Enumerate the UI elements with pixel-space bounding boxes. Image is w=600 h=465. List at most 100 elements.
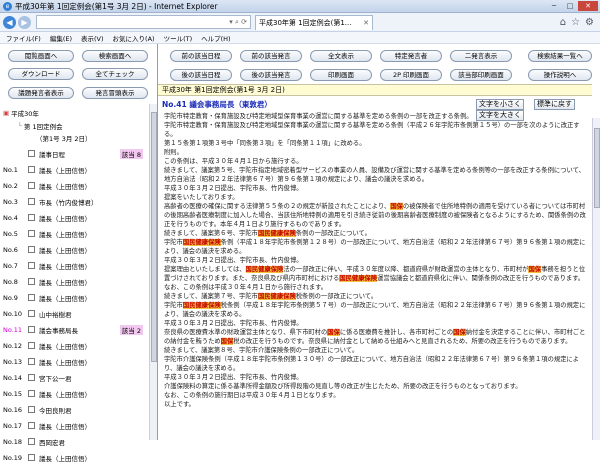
speaker-name[interactable]: 議会事務局長 [39, 325, 78, 335]
minimize-icon[interactable]: ─ [546, 1, 562, 11]
left-scroll-thumb[interactable] [151, 112, 157, 362]
close-icon[interactable]: ✕ [578, 1, 598, 11]
speaker-name[interactable]: 議事日程 [39, 149, 65, 159]
speaker-row[interactable]: No.6 議長（上田信悟） [0, 242, 157, 257]
print-screen-button[interactable]: 印刷画面 [310, 69, 372, 81]
full-text-button[interactable]: 全文表示 [310, 50, 372, 62]
speaker-checkbox[interactable] [28, 262, 35, 269]
prev-screen-button[interactable]: 閲覧画面へ [8, 50, 74, 62]
speaker-name[interactable]: 議長（上田信悟） [39, 277, 91, 287]
tree-node-session[interactable]: └ 第 1回定例会 [18, 121, 63, 131]
prev-speech-button[interactable]: 前の該当発言 [240, 50, 302, 62]
maximize-icon[interactable]: □ [562, 1, 578, 11]
speaker-checkbox[interactable] [28, 310, 35, 317]
speaker-row[interactable]: No.17 議長（上田信悟） [0, 418, 157, 433]
speaker-checkbox[interactable] [28, 326, 35, 333]
menu-favorites[interactable]: お気に入り(A) [113, 33, 155, 43]
settings-gear-icon[interactable]: ⚙ [585, 17, 594, 28]
two-speech-button[interactable]: 二発言表示 [450, 50, 512, 62]
speaker-checkbox[interactable] [28, 246, 35, 253]
browser-tab[interactable]: 平成30年第 1回定例会(第1... ✕ [255, 14, 373, 30]
menu-file[interactable]: ファイル(F) [6, 33, 41, 43]
speaker-row[interactable]: No.15 議長（上田信悟） [0, 386, 157, 401]
speaker-name[interactable]: 市長（竹内俊博君） [39, 197, 98, 207]
next-schedule-button[interactable]: 後の該当日程 [170, 69, 232, 81]
speaker-checkbox[interactable] [28, 198, 35, 205]
menu-view[interactable]: 表示(V) [81, 33, 104, 43]
check-all-button[interactable]: 全てチェック [82, 68, 148, 80]
back-icon[interactable]: ◀ [3, 15, 16, 29]
speaker-display-button[interactable]: 議題発言者表示 [8, 87, 74, 99]
speaker-checkbox[interactable] [28, 278, 35, 285]
speaker-checkbox[interactable] [28, 454, 35, 461]
address-tools-icon[interactable]: ▾ ⌕ ⟳ [229, 18, 247, 27]
speaker-row[interactable]: No.10 山中裕樹君 [0, 306, 157, 321]
speaker-name[interactable]: 議長（上田信悟） [39, 357, 91, 367]
speaker-row[interactable]: No.14 宮下公一君 [0, 370, 157, 385]
content-scroll-thumb[interactable] [594, 128, 600, 208]
speaker-row[interactable]: No.4 議長（上田信悟） [0, 210, 157, 225]
speaker-index-button[interactable]: 発言冒頭表示 [82, 87, 148, 99]
speaker-name[interactable]: 議長（上田信悟） [39, 293, 91, 303]
menu-tools[interactable]: ツール(T) [164, 33, 193, 43]
speaker-row[interactable]: No.1 議長（上田信悟） [0, 162, 157, 177]
speaker-row[interactable]: No.18 西岡宏君 [0, 434, 157, 449]
speaker-row[interactable]: No.19 議長（上田信悟） [0, 450, 157, 465]
download-button[interactable]: ダウンロード [8, 68, 74, 80]
speaker-name[interactable]: 議長（上田信悟） [39, 389, 91, 399]
specific-speaker-button[interactable]: 特定発言者 [380, 50, 442, 62]
speaker-row[interactable]: No.11 議会事務局長 該当 2 [0, 322, 157, 337]
speaker-checkbox[interactable] [28, 150, 35, 157]
search-screen-button[interactable]: 検索画面へ [82, 50, 148, 62]
speaker-name[interactable]: 議長（上田信悟） [39, 261, 91, 271]
speaker-checkbox[interactable] [28, 182, 35, 189]
speaker-name[interactable]: 宮下公一君 [39, 373, 72, 383]
left-scrollbar[interactable] [149, 104, 157, 440]
home-icon[interactable]: ⌂ [560, 17, 566, 28]
speaker-name[interactable]: 議長（上田信悟） [39, 245, 91, 255]
speaker-row[interactable]: No.9 議長（上田信悟） [0, 290, 157, 305]
speaker-checkbox[interactable] [28, 358, 35, 365]
speaker-checkbox[interactable] [28, 422, 35, 429]
speaker-name[interactable]: 議長（上田信悟） [39, 181, 91, 191]
speaker-name[interactable]: 議長（上田信悟） [39, 341, 91, 351]
speaker-checkbox[interactable] [28, 374, 35, 381]
tree-node-meeting[interactable]: （第1号 3月 2日） [36, 133, 92, 143]
speaker-name[interactable]: 山中裕樹君 [39, 309, 72, 319]
speaker-checkbox[interactable] [28, 342, 35, 349]
speaker-row[interactable]: No.5 議長（上田信悟） [0, 226, 157, 241]
speaker-checkbox[interactable] [28, 166, 35, 173]
next-speech-button[interactable]: 後の該当発言 [240, 69, 302, 81]
speaker-row[interactable]: No.3 市長（竹内俊博君） [0, 194, 157, 209]
speaker-row[interactable]: No.16 今田良則君 [0, 402, 157, 417]
address-bar[interactable]: ▾ ⌕ ⟳ [36, 15, 251, 29]
two-page-print-button[interactable]: 2P 印刷画面 [380, 69, 442, 81]
speaker-name[interactable]: 議長（上田信悟） [39, 213, 91, 223]
tab-close-icon[interactable]: ✕ [363, 19, 369, 27]
speaker-name[interactable]: 議長（上田信悟） [39, 229, 91, 239]
menu-edit[interactable]: 編集(E) [50, 33, 72, 43]
prev-schedule-button[interactable]: 前の該当日程 [170, 50, 232, 62]
speaker-row[interactable]: 議事日程 該当 8 [0, 146, 157, 161]
help-button[interactable]: 操作説明へ [528, 69, 592, 81]
content-scrollbar[interactable] [592, 118, 600, 440]
speaker-checkbox[interactable] [28, 390, 35, 397]
speaker-row[interactable]: No.13 議長（上田信悟） [0, 354, 157, 369]
search-results-button[interactable]: 検索結果一覧へ [528, 50, 592, 62]
speaker-name[interactable]: 今田良則君 [39, 405, 72, 415]
tree-node-year[interactable]: ▣ 平成30年 [3, 108, 39, 118]
speaker-row[interactable]: No.8 議長（上田信悟） [0, 274, 157, 289]
speaker-checkbox[interactable] [28, 438, 35, 445]
speaker-name[interactable]: 議長（上田信悟） [39, 421, 91, 431]
speaker-row[interactable]: No.2 議長（上田信悟） [0, 178, 157, 193]
speaker-checkbox[interactable] [28, 214, 35, 221]
favorites-icon[interactable]: ☆ [571, 17, 580, 28]
speaker-row[interactable]: No.7 議長（上田信悟） [0, 258, 157, 273]
speaker-row[interactable]: No.12 議長（上田信悟） [0, 338, 157, 353]
speaker-name[interactable]: 議長（上田信悟） [39, 165, 91, 175]
speaker-name[interactable]: 議長（上田信悟） [39, 453, 91, 463]
speaker-checkbox[interactable] [28, 294, 35, 301]
menu-help[interactable]: ヘルプ(H) [201, 33, 230, 43]
speaker-checkbox[interactable] [28, 230, 35, 237]
speaker-checkbox[interactable] [28, 406, 35, 413]
